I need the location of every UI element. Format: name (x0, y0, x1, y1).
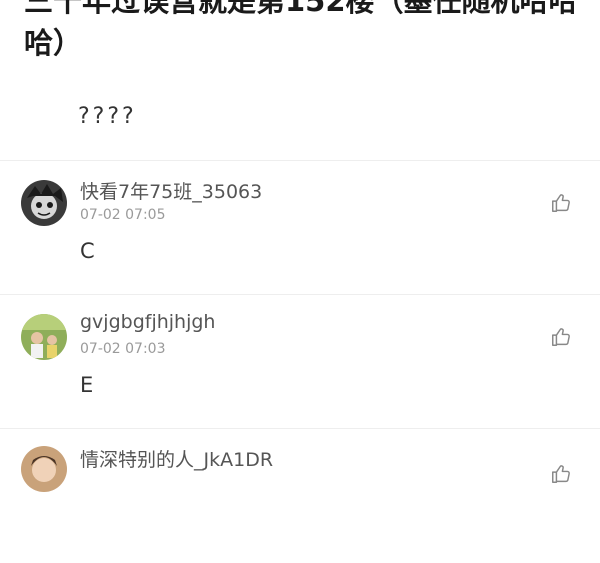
thumbs-up-icon[interactable] (550, 463, 572, 485)
comment-username[interactable]: gvjgbgfjhjhjgh (80, 311, 215, 333)
thumbs-up-icon[interactable] (550, 192, 572, 214)
thumbs-up-icon[interactable] (550, 326, 572, 348)
comment-content: C (80, 239, 95, 263)
comment-item: 情深特别的人_JkA1DR (0, 429, 600, 563)
comment-time: 07-02 07:03 (80, 341, 166, 357)
comment-username[interactable]: 快看7年75班_35063 (80, 177, 262, 204)
comment-username[interactable]: 情深特别的人_JkA1DR (80, 445, 273, 472)
comment-item: 快看7年75班_35063 07-02 07:05 C (0, 161, 600, 295)
portrait-avatar-icon[interactable] (21, 446, 67, 492)
dark-anime-avatar-icon[interactable] (21, 180, 67, 226)
comment-time: 07-02 07:05 (80, 207, 166, 223)
post-title: 三十年过误营就是第152楼（墨任随机哈哈哈） (24, 0, 578, 60)
kids-photo-avatar-icon[interactable] (21, 314, 67, 360)
post-body: ???? (78, 104, 137, 129)
comment-item: gvjgbgfjhjhjgh 07-02 07:03 E (0, 295, 600, 429)
comment-content: E (80, 373, 94, 397)
